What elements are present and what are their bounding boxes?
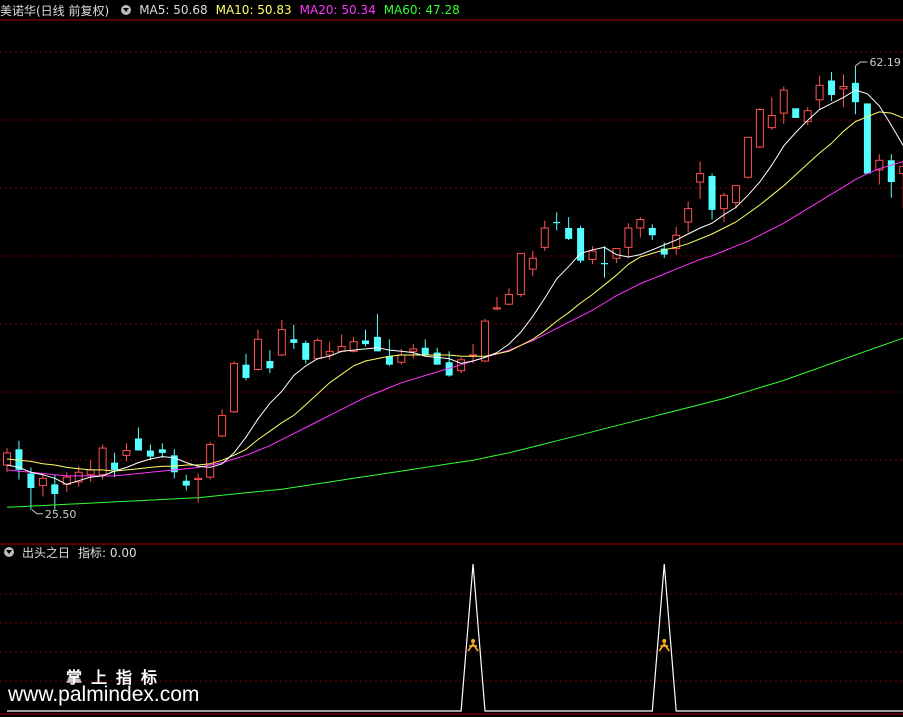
candle-body [504, 294, 513, 305]
signal-icon [467, 642, 479, 652]
candle-body [851, 82, 859, 103]
candle-body [648, 228, 656, 236]
ma10-line [6, 111, 903, 472]
candle-body [86, 469, 95, 476]
chevron-down-icon[interactable] [121, 5, 132, 15]
candle-body [373, 336, 381, 352]
candle-body [601, 263, 608, 265]
candle-body [708, 176, 716, 210]
indicator-header: 出头之日 指标: 0.00 [0, 542, 137, 562]
chevron-down-icon[interactable] [4, 547, 14, 557]
min-price-label: 25.50 [45, 508, 77, 521]
candle-body [206, 443, 215, 478]
candle-body [277, 329, 286, 356]
candle-body [194, 477, 203, 481]
candle-body [302, 342, 310, 360]
candle-body [253, 338, 262, 370]
candle-body [743, 136, 752, 178]
candle-body [863, 103, 871, 174]
candle-body [421, 347, 429, 355]
signal-icon [662, 639, 667, 643]
candle-body [684, 208, 693, 223]
signal-icon [658, 642, 670, 652]
candle-body [111, 462, 119, 470]
candle-body [481, 320, 489, 362]
candle-body [313, 339, 322, 360]
candle-body [696, 173, 705, 183]
candle-body [588, 250, 597, 260]
watermark-url: www.palmindex.com [8, 683, 200, 706]
ma60-value: MA60: 47.28 [383, 3, 460, 17]
min-marker-leader [31, 509, 43, 515]
candle-body [290, 339, 298, 343]
ma20-value: MA20: 50.34 [299, 3, 376, 17]
ma5-value: MA5: 50.68 [139, 3, 208, 17]
candle-body [540, 227, 549, 248]
candle-body [565, 228, 573, 239]
ma60-line [6, 337, 903, 508]
candle-body [528, 257, 537, 270]
candle-body [767, 115, 776, 129]
signal-icon [471, 639, 476, 643]
candle-body [158, 449, 166, 453]
candle-body [218, 414, 227, 437]
ma5-line [6, 89, 903, 485]
max-marker-leader [855, 61, 868, 67]
candle-body [516, 252, 525, 296]
main-chart-header: 美诺华(日线 前复权) MA5: 50.68 MA10: 50.83 MA20:… [0, 0, 460, 20]
candle-body [362, 340, 369, 345]
candle-body [553, 221, 561, 224]
candle-body [397, 354, 406, 363]
candle-body [792, 108, 800, 118]
max-price-label: 62.19 [869, 56, 901, 69]
chart-canvas: 62.19 25.50 [0, 19, 903, 715]
candle-body [731, 185, 740, 204]
candle-body [98, 447, 107, 476]
candle-body [51, 484, 59, 495]
candle-body [839, 86, 848, 90]
candle-body [27, 473, 35, 488]
candle-body [755, 108, 764, 148]
candle-body [433, 352, 441, 365]
stock-title: 美诺华(日线 前复权) [0, 3, 110, 18]
candle-body [492, 307, 501, 310]
candle-body [887, 160, 895, 183]
candle-body [230, 362, 239, 413]
ma10-value: MA10: 50.83 [215, 3, 292, 17]
candle-body [385, 356, 393, 365]
candle-body [720, 194, 728, 210]
candle-body [325, 350, 334, 356]
candle-body [624, 227, 633, 248]
candle-body [134, 438, 142, 451]
candle-body [146, 450, 154, 457]
candle-body [779, 89, 788, 114]
indicator-value: 指标: 0.00 [78, 545, 137, 560]
indicator-name: 出头之日 [22, 545, 71, 560]
candle-body [636, 219, 645, 229]
ma20-line [6, 161, 903, 477]
candle-body [828, 80, 836, 95]
candle-body [266, 361, 274, 369]
candle-body [815, 84, 824, 101]
candle-body [242, 364, 250, 378]
candle-body [38, 477, 47, 487]
candle-body [122, 450, 131, 456]
candle-body [182, 480, 190, 486]
candle-body [409, 348, 418, 352]
